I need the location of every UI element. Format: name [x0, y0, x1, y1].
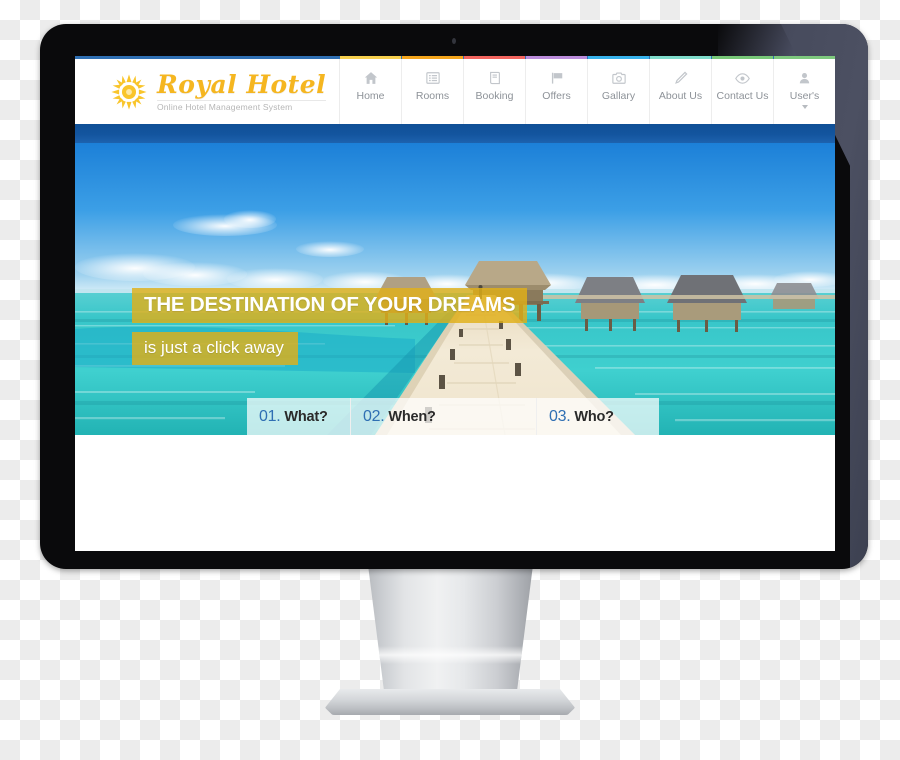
nav-label: About Us — [658, 90, 703, 102]
nav-label: Contact Us — [716, 90, 769, 102]
nav-item-booking[interactable]: Booking — [464, 56, 526, 124]
nav-label: Rooms — [415, 90, 450, 102]
nav-item-users[interactable]: User's — [774, 56, 835, 124]
booking-step-who: 03. Who? — [537, 398, 659, 435]
step-number: 02. — [363, 408, 385, 425]
nav-item-about-us[interactable]: About Us — [650, 56, 712, 124]
hero-subtitle: is just a click away — [132, 332, 298, 365]
nav-accent-bar — [340, 56, 401, 59]
screenshot-canvas: Royal Hotel Online Hotel Management Syst… — [0, 0, 900, 760]
pencil-icon — [674, 70, 688, 86]
hero-title: THE DESTINATION OF YOUR DREAMS — [132, 288, 528, 323]
book-icon — [488, 70, 502, 86]
camera-icon — [611, 70, 626, 86]
nav-label: Offers — [542, 90, 571, 102]
booking-step-when: 02. When? — [351, 398, 537, 435]
site-header: Royal Hotel Online Hotel Management Syst… — [75, 56, 835, 124]
list-icon — [425, 70, 440, 86]
page-body — [75, 435, 835, 551]
nav-accent-bar — [588, 56, 649, 59]
nav-item-home[interactable]: Home — [340, 56, 402, 124]
brand-name: Royal Hotel — [157, 69, 327, 99]
nav-item-offers[interactable]: Offers — [526, 56, 588, 124]
monitor-stand-base — [325, 689, 575, 715]
nav-label: Home — [356, 90, 385, 102]
nav-accent-bar — [774, 56, 835, 59]
webcam-icon — [452, 38, 456, 44]
booking-step-what: 01. What? — [247, 398, 351, 435]
brand-tagline: Online Hotel Management System — [157, 99, 327, 112]
step-number: 01. — [259, 408, 281, 425]
nav-accent-bar — [650, 56, 711, 59]
nav-item-rooms[interactable]: Rooms — [402, 56, 464, 124]
flag-icon — [550, 70, 564, 86]
nav-accent-bar — [464, 56, 525, 59]
sun-icon — [110, 73, 148, 111]
home-icon — [364, 70, 378, 86]
step-number: 03. — [549, 408, 571, 425]
nav-label: Booking — [475, 90, 514, 102]
nav-accent-bar — [526, 56, 587, 59]
brand-logo[interactable]: Royal Hotel Online Hotel Management Syst… — [75, 59, 340, 124]
monitor-bezel: Royal Hotel Online Hotel Management Syst… — [40, 24, 868, 569]
monitor-stand-neck — [368, 565, 533, 695]
step-question: Who? — [574, 409, 614, 425]
eye-icon — [735, 70, 750, 86]
nav-label: Gallary — [601, 90, 636, 102]
hero-banner: THE DESTINATION OF YOUR DREAMS is just a… — [75, 143, 835, 435]
booking-steps-header: 01. What? 02. When? 03. Who? — [247, 398, 659, 435]
nav-accent-bar — [402, 56, 463, 59]
nav-item-contact-us[interactable]: Contact Us — [712, 56, 774, 124]
header-blue-band — [75, 124, 835, 143]
nav-item-gallary[interactable]: Gallary — [588, 56, 650, 124]
hero-copy: THE DESTINATION OF YOUR DREAMS is just a… — [132, 288, 528, 365]
monitor-screen: Royal Hotel Online Hotel Management Syst… — [75, 56, 835, 551]
booking-widget: 01. What? 02. When? 03. Who? — [247, 398, 659, 435]
step-question: When? — [388, 409, 436, 425]
nav-label: User's — [789, 90, 820, 102]
chevron-down-icon[interactable] — [801, 105, 808, 109]
main-navigation: Home Rooms Booking Offers Gallary About … — [340, 56, 835, 124]
step-question: What? — [284, 409, 328, 425]
nav-accent-bar — [712, 56, 773, 59]
user-icon — [798, 70, 811, 86]
